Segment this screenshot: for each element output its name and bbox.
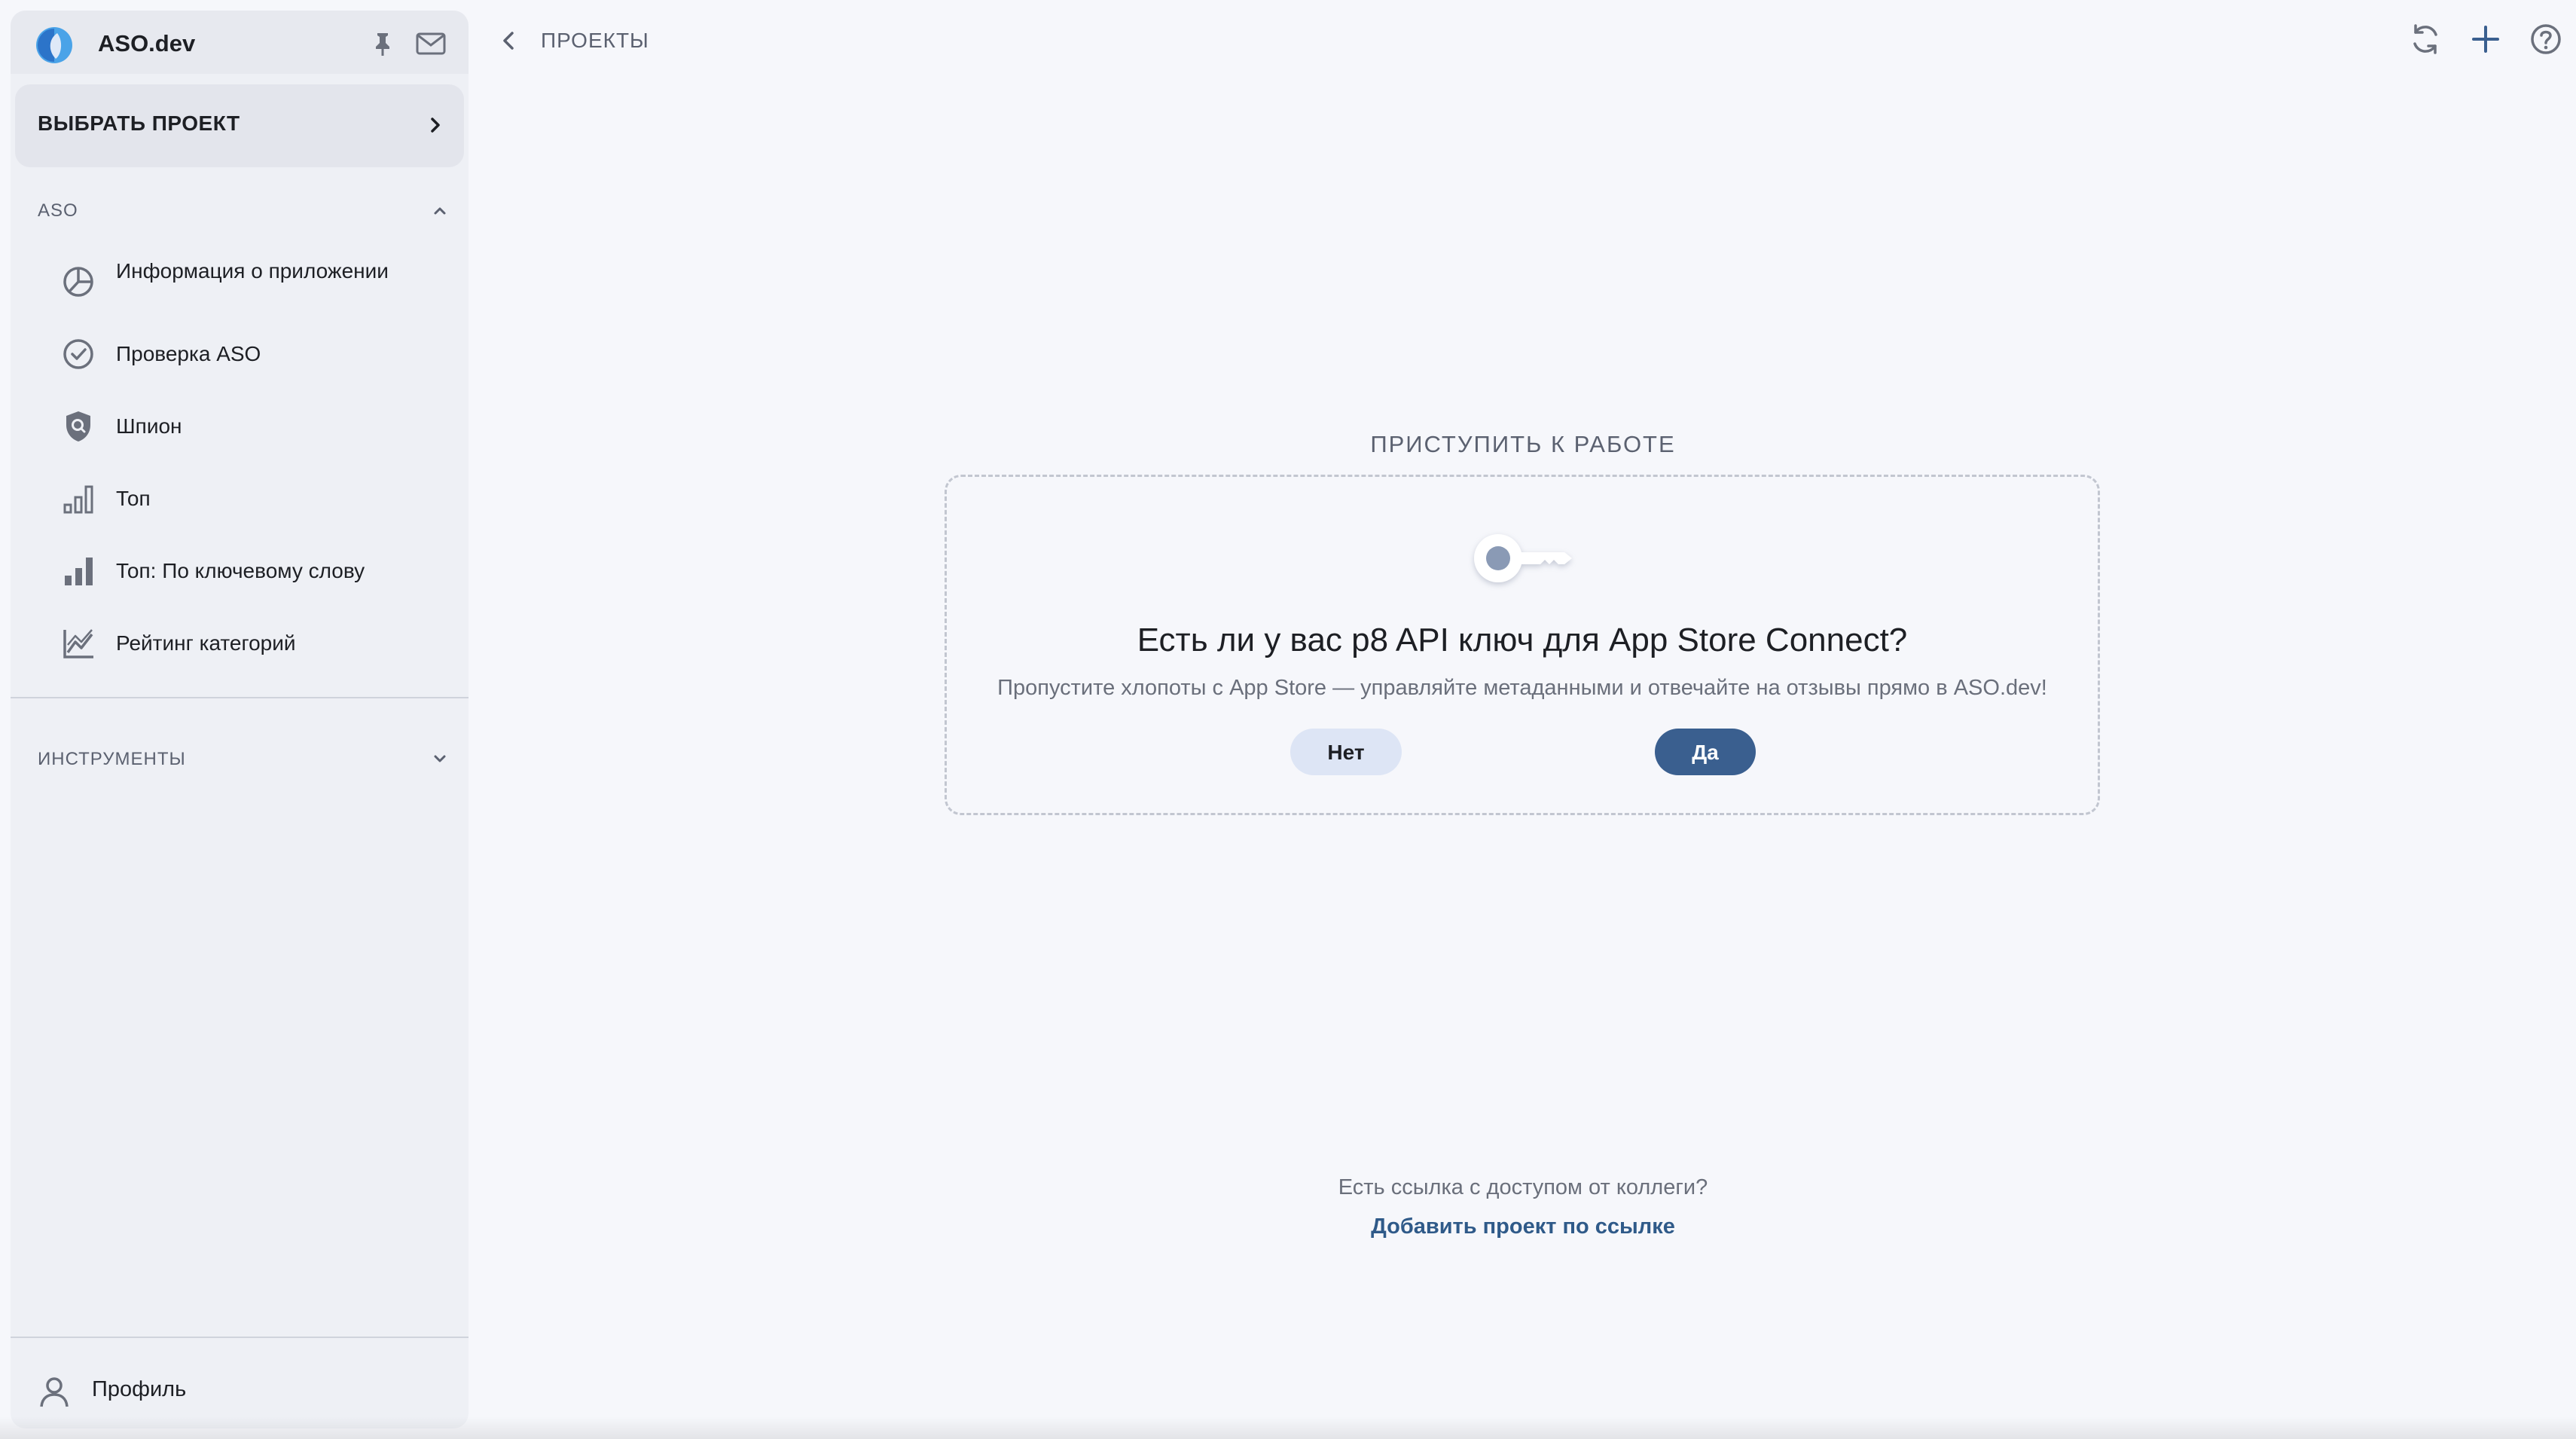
pin-icon[interactable] <box>368 29 398 59</box>
section-aso-header[interactable]: ASO <box>11 187 469 232</box>
section-tools-title: ИНСТРУМЕНТЫ <box>38 749 186 769</box>
sidebar-item-aso-check[interactable]: Проверка ASO <box>11 328 432 381</box>
user-icon <box>40 1377 69 1407</box>
sidebar-item-label: Топ: По ключевому слову <box>116 559 365 582</box>
add-project-by-link-container: Добавить проект по ссылке <box>945 1214 2101 1239</box>
chevron-up-icon <box>434 207 446 215</box>
sidebar-item-spy[interactable]: Шпион <box>11 401 432 454</box>
sidebar-item-app-info[interactable]: Информация о приложении <box>11 244 432 319</box>
card-title: Есть ли у вас p8 API ключ для App Store … <box>1137 622 1908 658</box>
sidebar: ASO.dev ВЫБРАТЬ ПРОЕКТ ASO Информация о … <box>11 11 469 1428</box>
sidebar-item-label: Информация о приложении <box>116 259 389 283</box>
sidebar-divider-bottom <box>11 1337 469 1338</box>
app-header: ASO.dev <box>11 11 469 74</box>
no-button[interactable]: Нет <box>1290 729 1402 775</box>
breadcrumb[interactable]: ПРОЕКТЫ <box>541 29 649 53</box>
help-icon[interactable] <box>2528 21 2564 57</box>
add-project-by-link[interactable]: Добавить проект по ссылке <box>1371 1214 1675 1239</box>
section-tools-header[interactable]: ИНСТРУМЕНТЫ <box>11 735 469 781</box>
sidebar-divider <box>11 697 469 698</box>
line-chart-icon <box>63 629 93 658</box>
select-project-button[interactable]: ВЫБРАТЬ ПРОЕКТ <box>15 84 464 167</box>
bar-chart-outline-icon <box>63 485 93 514</box>
api-key-card: Есть ли у вас p8 API ключ для App Store … <box>945 475 2100 815</box>
sidebar-item-label: Проверка ASO <box>116 342 261 365</box>
bottom-shadow <box>0 1416 2576 1439</box>
chevron-down-icon <box>434 755 446 762</box>
back-icon[interactable] <box>494 21 524 60</box>
app-logo-icon <box>36 27 72 63</box>
sidebar-item-label: Рейтинг категорий <box>116 631 296 655</box>
profile-label: Профиль <box>92 1377 187 1401</box>
plus-icon[interactable] <box>2468 21 2504 57</box>
chart-pie-icon <box>63 267 93 297</box>
card-subtitle: Пропустите хлопоты с App Store — управля… <box>997 676 2047 700</box>
check-circle-icon <box>63 339 93 369</box>
mail-icon[interactable] <box>414 29 447 59</box>
section-aso-title: ASO <box>38 200 78 221</box>
shield-search-icon <box>66 411 90 441</box>
refresh-icon[interactable] <box>2407 21 2443 57</box>
sidebar-item-label: Шпион <box>116 414 182 438</box>
shared-link-question: Есть ссылка с доступом от коллеги? <box>1338 1175 1708 1199</box>
sidebar-item-label: Топ <box>116 487 151 510</box>
yes-button[interactable]: Да <box>1655 729 1756 775</box>
sidebar-item-category-rating[interactable]: Рейтинг категорий <box>11 618 432 671</box>
chevron-right-icon <box>431 118 440 133</box>
select-project-label: ВЫБРАТЬ ПРОЕКТ <box>38 112 240 135</box>
bar-chart-icon <box>65 558 93 585</box>
sidebar-item-top[interactable]: Топ <box>11 473 432 526</box>
get-started-heading: ПРИСТУПИТЬ К РАБОТЕ <box>1370 431 1676 457</box>
sidebar-item-top-keyword[interactable]: Топ: По ключевому слову <box>11 545 432 598</box>
key-icon <box>1474 534 1572 582</box>
app-title: ASO.dev <box>98 30 196 57</box>
